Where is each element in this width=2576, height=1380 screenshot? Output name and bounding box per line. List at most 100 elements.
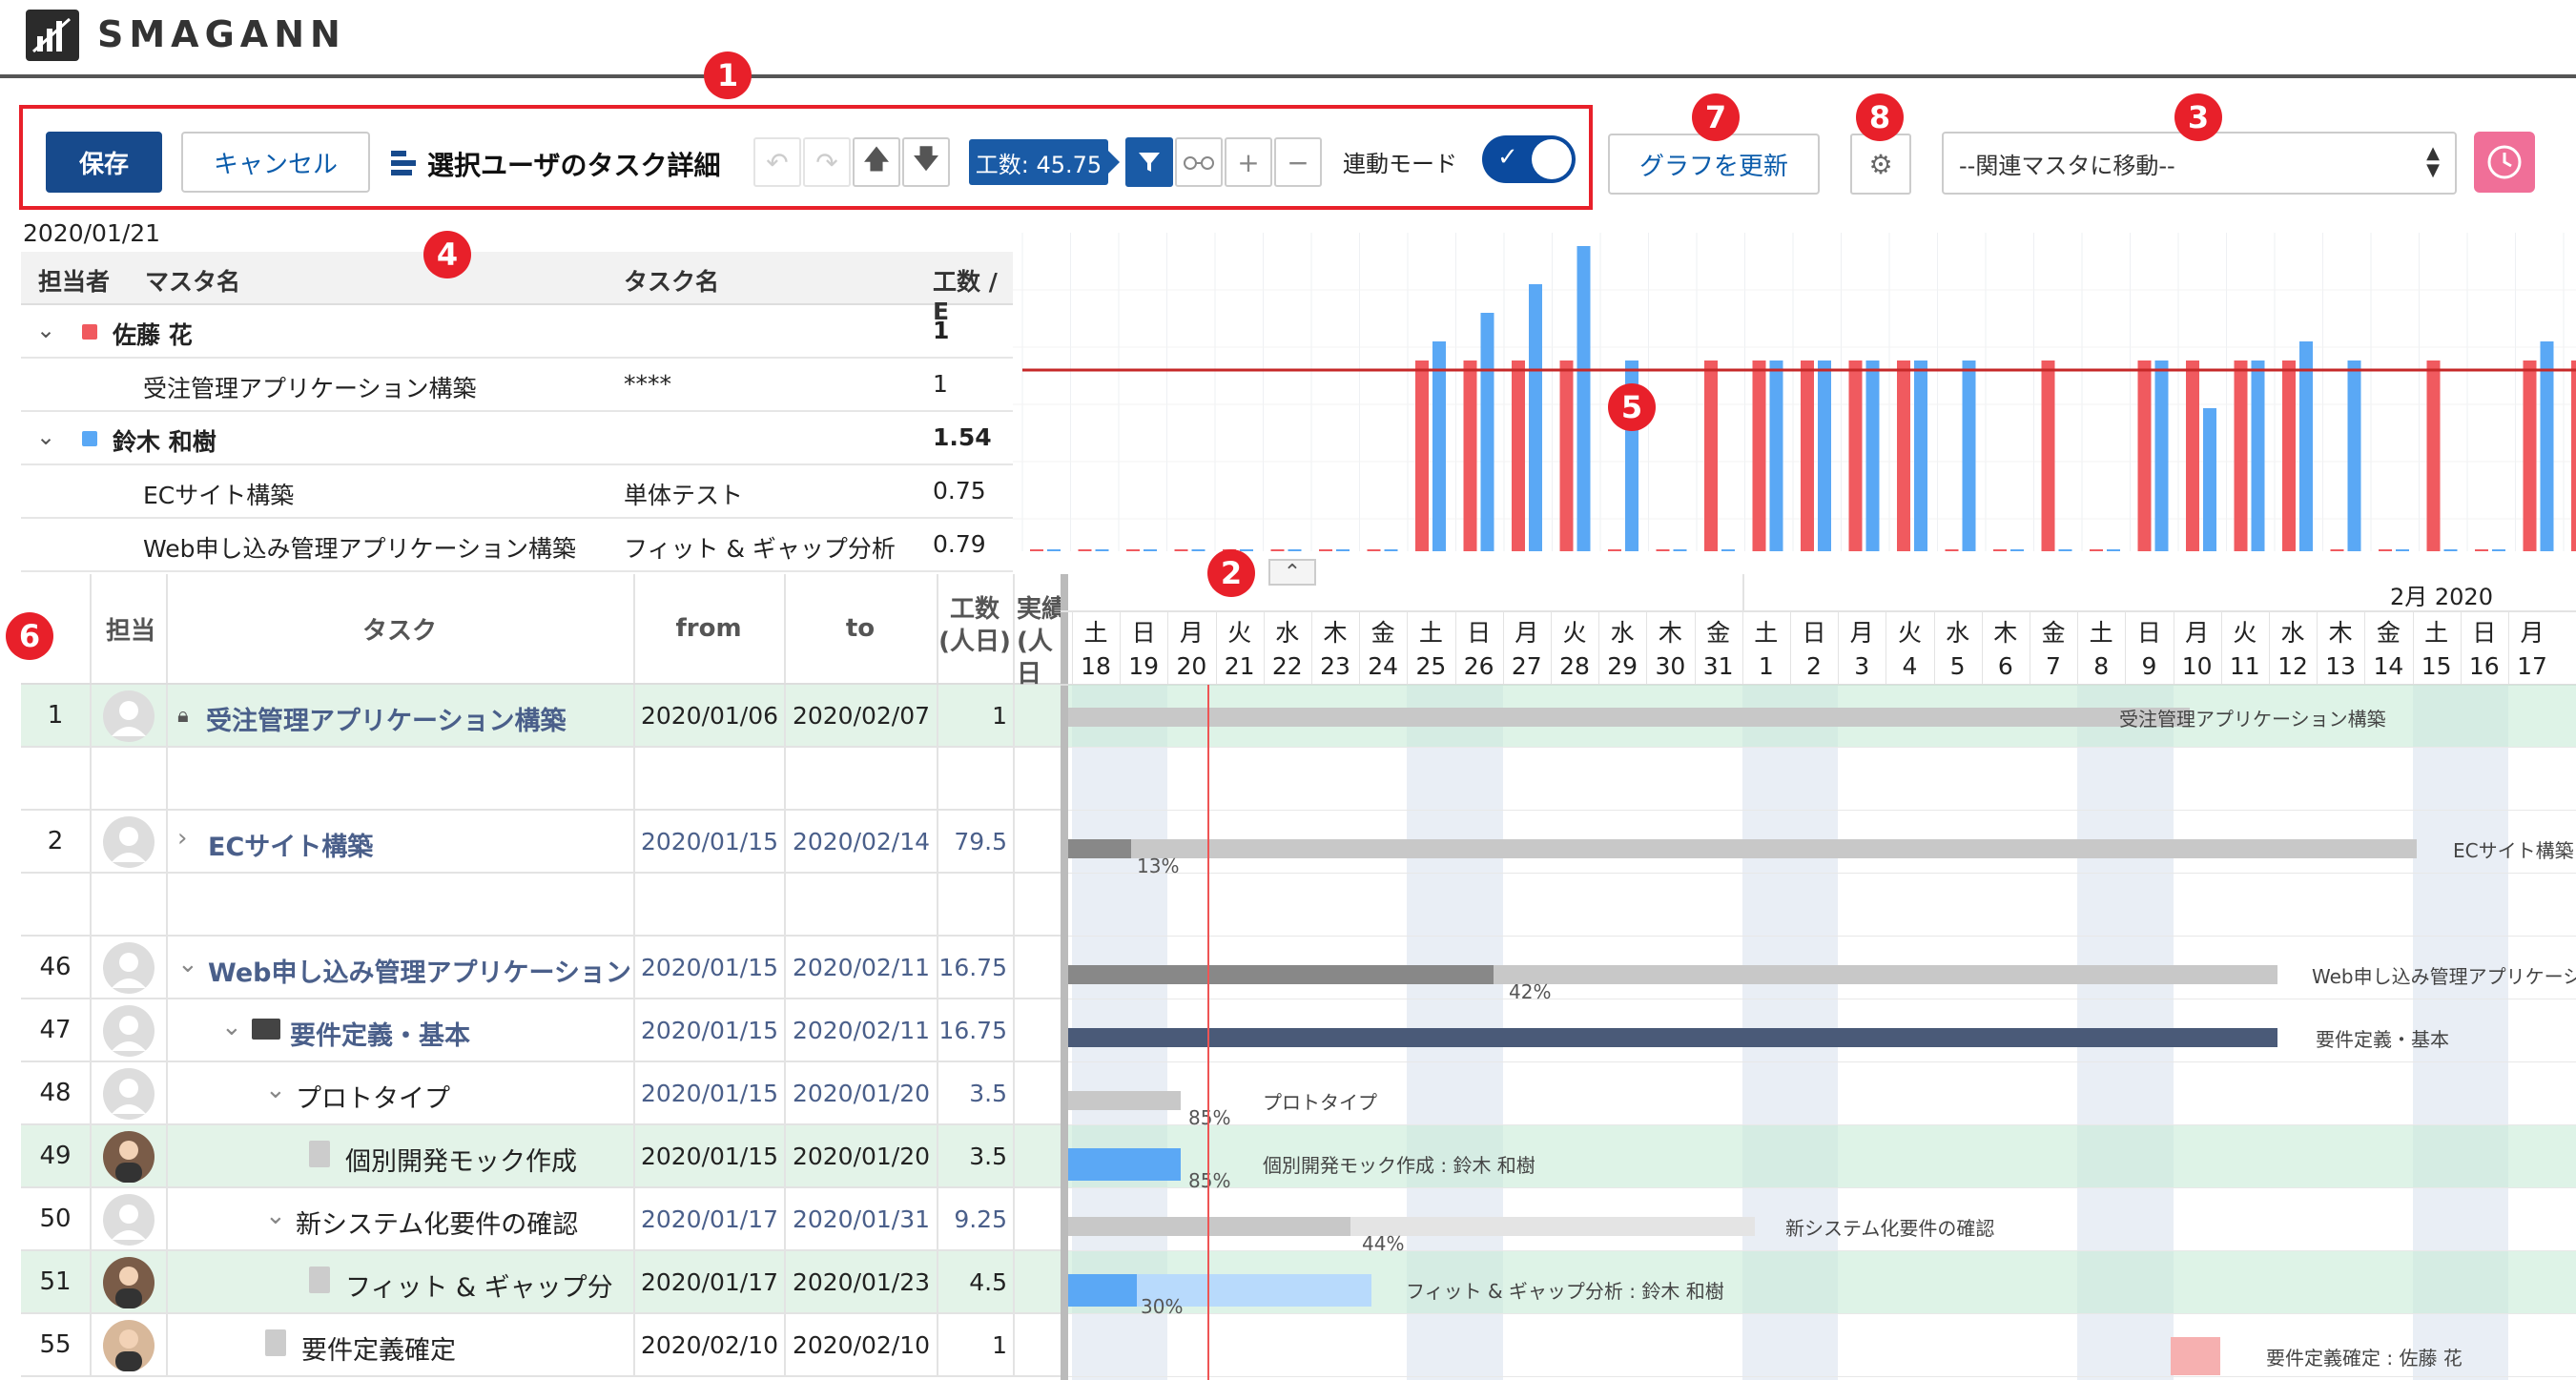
task-from[interactable]: 2020/01/15: [635, 811, 784, 872]
summary-row[interactable]: ECサイト構築 単体テスト 0.75: [21, 465, 1013, 519]
chevron-down-icon[interactable]: ⌄: [265, 1076, 286, 1104]
avatar[interactable]: [103, 942, 155, 994]
chart-bar-series1: [2186, 360, 2199, 551]
chevron-down-icon[interactable]: ⌄: [221, 1013, 242, 1041]
task-work[interactable]: 1: [938, 685, 1007, 746]
summary-row[interactable]: 受注管理アプリケーション構築 **** 1: [21, 359, 1013, 412]
task-work[interactable]: 3.5: [938, 1062, 1007, 1123]
task-from[interactable]: 2020/01/15: [635, 1062, 784, 1123]
update-graph-button[interactable]: グラフを更新: [1608, 134, 1820, 195]
chart-bar-series1: [2523, 360, 2537, 551]
table-row[interactable]: 47 ⌄ 要件定義・基本 2020/01/15 2020/02/11 16.75: [21, 999, 1061, 1062]
minus-icon[interactable]: −: [1274, 137, 1322, 187]
gantt-weekday: 木: [1993, 619, 2018, 647]
task-from[interactable]: 2020/02/10: [635, 1314, 784, 1375]
table-row[interactable]: 55 要件定義確定 2020/02/10 2020/02/10 1: [21, 1314, 1061, 1377]
task-name[interactable]: ECサイト構築: [208, 826, 633, 863]
task-work[interactable]: 3.5: [938, 1125, 1007, 1186]
document-icon: [309, 1141, 330, 1167]
task-from[interactable]: 2020/01/17: [635, 1251, 784, 1312]
task-name[interactable]: 新システム化要件の確認: [296, 1204, 633, 1241]
chart-bar-series2: [1818, 360, 1831, 551]
summary-value: 1: [933, 370, 948, 398]
clock-button[interactable]: [2474, 132, 2535, 193]
task-work[interactable]: 16.75: [938, 937, 1007, 998]
table-row[interactable]: 51 フィット & ギャップ分 2020/01/17 2020/01/23 4.5: [21, 1251, 1061, 1314]
task-from[interactable]: 2020/01/15: [635, 1125, 784, 1186]
gear-icon[interactable]: ⚙: [1850, 134, 1911, 195]
col-task: タスク: [361, 616, 437, 646]
task-name[interactable]: フィット & ギャップ分: [345, 1267, 633, 1304]
summary-row[interactable]: ⌄ 鈴木 和樹 1.54: [21, 412, 1013, 465]
task-name[interactable]: 要件定義・基本: [290, 1015, 633, 1052]
task-work[interactable]: 9.25: [938, 1188, 1007, 1249]
avatar[interactable]: [103, 1068, 155, 1120]
redo-icon[interactable]: ↷: [803, 137, 851, 187]
avatar[interactable]: [103, 816, 155, 868]
task-to[interactable]: 2020/01/20: [786, 1062, 937, 1123]
table-row[interactable]: 2 › ECサイト構築 2020/01/15 2020/02/14 79.5: [21, 811, 1061, 874]
table-row[interactable]: 46 ⌄ Web申し込み管理アプリケーション 2020/01/15 2020/02/11…: [21, 937, 1061, 999]
task-to[interactable]: 2020/01/20: [786, 1125, 937, 1186]
summary-row[interactable]: Web申し込み管理アプリケーション構築 フィット & ギャップ分析 0.79: [21, 519, 1013, 572]
task-from[interactable]: 2020/01/06: [635, 685, 784, 746]
chart-bar-series2: [1144, 549, 1157, 551]
badge-7: 7: [1692, 93, 1740, 141]
chevron-right-icon[interactable]: ›: [177, 824, 187, 853]
task-name[interactable]: プロトタイプ: [296, 1078, 633, 1115]
chevron-down-icon[interactable]: ⌄: [177, 950, 198, 978]
app-header: SMAGANN: [0, 0, 2576, 78]
avatar[interactable]: [103, 1194, 155, 1246]
logo-icon: [26, 10, 79, 61]
table-row[interactable]: 1 🔒︎ 受注管理アプリケーション構築 2020/01/06 2020/02/07 1: [21, 685, 1061, 748]
undo-icon[interactable]: ↶: [753, 137, 801, 187]
task-name[interactable]: 受注管理アプリケーション構築: [206, 700, 633, 737]
task-from[interactable]: 2020/01/15: [635, 999, 784, 1061]
filter-icon[interactable]: [1125, 137, 1173, 187]
avatar[interactable]: [103, 690, 155, 742]
avatar[interactable]: [103, 1320, 155, 1371]
task-to[interactable]: 2020/02/11: [786, 937, 937, 998]
task-to[interactable]: 2020/01/23: [786, 1251, 937, 1312]
glasses-icon[interactable]: [1175, 137, 1223, 187]
gantt-day: 17: [2517, 652, 2547, 680]
table-row[interactable]: 48 ⌄ プロトタイプ 2020/01/15 2020/01/20 3.5: [21, 1062, 1061, 1125]
link-mode-toggle[interactable]: ✓: [1482, 135, 1576, 183]
chevron-down-icon[interactable]: ⌄: [36, 423, 55, 450]
gantt-bar[interactable]: [1068, 1028, 2277, 1047]
task-name[interactable]: 個別開発モック作成: [345, 1141, 633, 1178]
task-work[interactable]: 79.5: [938, 811, 1007, 872]
table-row[interactable]: 50 ⌄ 新システム化要件の確認 2020/01/17 2020/01/31 9.25: [21, 1188, 1061, 1251]
chevron-down-icon[interactable]: ⌄: [36, 317, 55, 343]
task-work[interactable]: 1: [938, 1314, 1007, 1375]
gantt-bar[interactable]: [1068, 708, 2190, 727]
task-to[interactable]: 2020/02/07: [786, 685, 937, 746]
cancel-button[interactable]: キャンセル: [181, 132, 370, 193]
task-work[interactable]: 4.5: [938, 1251, 1007, 1312]
chevron-down-icon[interactable]: ⌄: [265, 1202, 286, 1230]
gantt-splitter[interactable]: [1061, 574, 1068, 1380]
arrow-down-icon[interactable]: 🡇: [902, 137, 950, 187]
task-to[interactable]: 2020/02/11: [786, 999, 937, 1061]
gantt-day: 14: [2373, 652, 2404, 680]
task-from[interactable]: 2020/01/17: [635, 1188, 784, 1249]
gantt-bar[interactable]: [1068, 1148, 1181, 1181]
arrow-up-icon[interactable]: 🡅: [853, 137, 900, 187]
avatar[interactable]: [103, 1131, 155, 1183]
save-button[interactable]: 保存: [46, 132, 162, 193]
task-to[interactable]: 2020/01/31: [786, 1188, 937, 1249]
avatar[interactable]: [103, 1005, 155, 1057]
gantt-bar[interactable]: [2171, 1337, 2220, 1375]
gantt-bar[interactable]: [1068, 839, 2417, 858]
task-name[interactable]: 要件定義確定: [301, 1329, 633, 1367]
task-work[interactable]: 16.75: [938, 999, 1007, 1061]
task-name[interactable]: Web申し込み管理アプリケーション: [208, 952, 633, 989]
table-row[interactable]: 49 個別開発モック作成 2020/01/15 2020/01/20 3.5: [21, 1125, 1061, 1188]
task-to[interactable]: 2020/02/14: [786, 811, 937, 872]
toggle-knob: [1532, 139, 1572, 179]
task-to[interactable]: 2020/02/10: [786, 1314, 937, 1375]
task-from[interactable]: 2020/01/15: [635, 937, 784, 998]
summary-row[interactable]: ⌄ 佐藤 花 1: [21, 305, 1013, 359]
plus-icon[interactable]: +: [1225, 137, 1272, 187]
avatar[interactable]: [103, 1257, 155, 1308]
